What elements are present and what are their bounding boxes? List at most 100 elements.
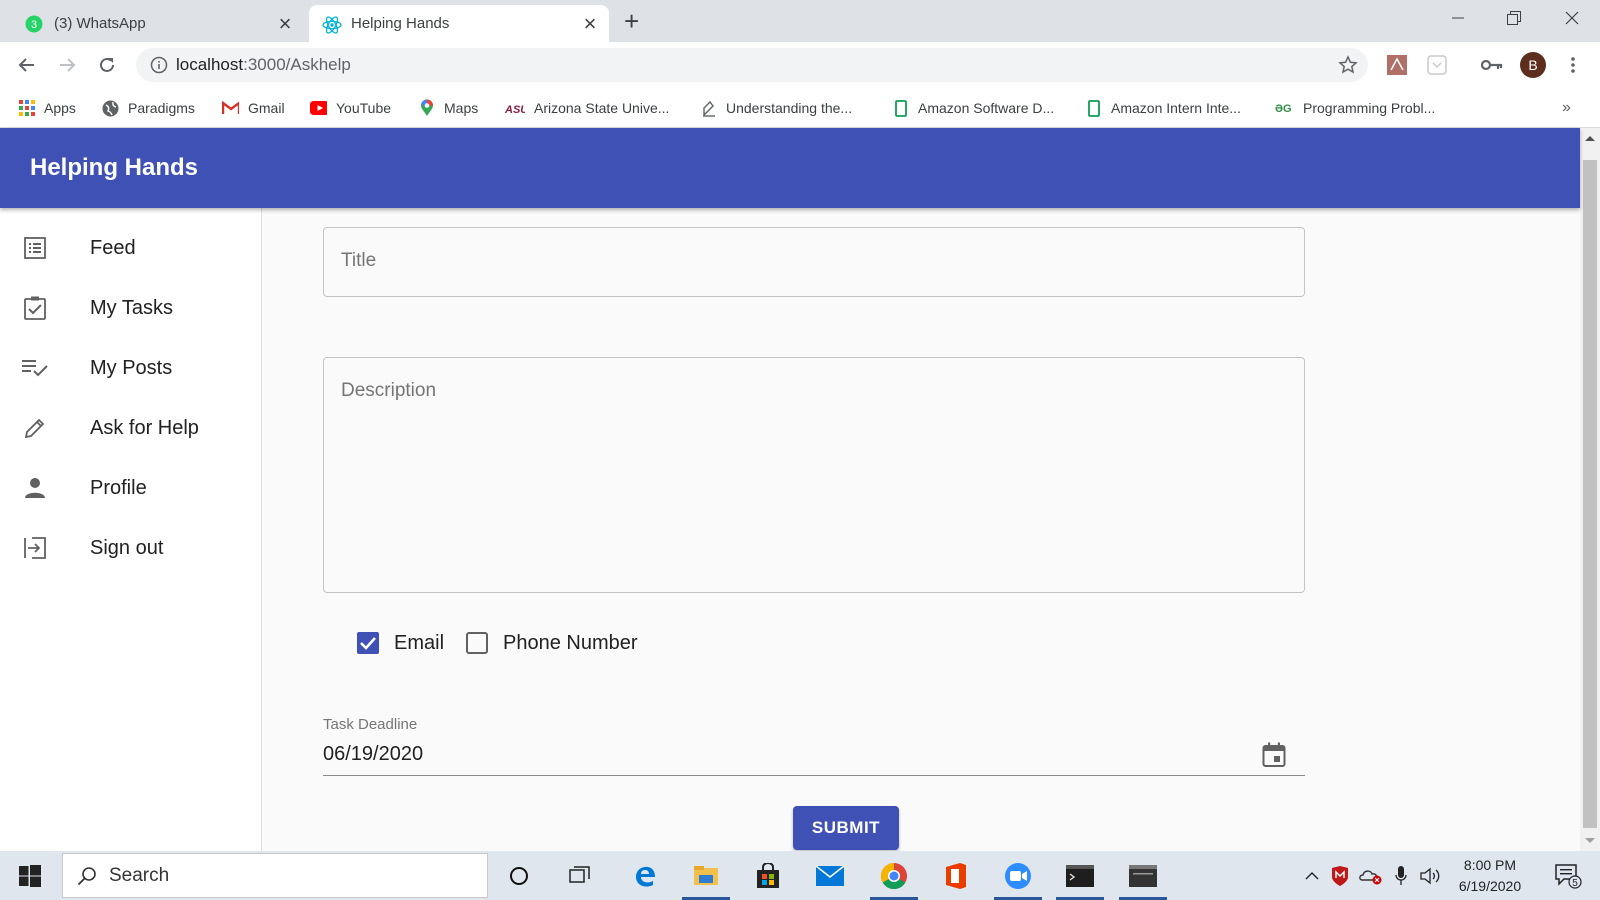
url-host: localhost <box>176 55 244 74</box>
terminal-icon[interactable] <box>1052 851 1108 900</box>
task-view-icon[interactable] <box>552 851 608 900</box>
app-bar: Helping Hands <box>0 128 1580 208</box>
bookmark-label: Amazon Software D... <box>918 100 1055 116</box>
profile-avatar[interactable]: B <box>1520 52 1546 78</box>
bookmark-gmail[interactable]: Gmail <box>222 88 285 128</box>
back-icon[interactable] <box>12 50 42 80</box>
store-icon[interactable] <box>740 851 796 900</box>
bookmark-label: YouTube <box>336 100 392 116</box>
onedrive-error-icon[interactable] <box>1357 851 1385 900</box>
deadline-input[interactable]: 06/19/2020 <box>323 743 423 766</box>
description-input[interactable]: Description <box>323 357 1305 593</box>
search-icon <box>77 866 97 886</box>
more-menu-icon[interactable] <box>1559 51 1587 79</box>
show-hidden-icons[interactable] <box>1300 851 1324 900</box>
doc-green-icon <box>892 99 909 117</box>
minimize-icon[interactable] <box>1430 0 1486 36</box>
svg-text:ƏG: ƏG <box>1275 103 1292 114</box>
nav-item-ask-for-help[interactable]: Ask for Help <box>0 398 261 458</box>
info-icon[interactable] <box>150 56 168 74</box>
bookmark-amazon-intern[interactable]: Amazon Intern Inte... <box>1085 88 1241 128</box>
tab-helping-hands[interactable]: Helping Hands × <box>309 5 609 42</box>
deadline-underline <box>323 775 1305 776</box>
star-icon[interactable] <box>1338 55 1358 75</box>
tab-whatsapp[interactable]: 3 (3) WhatsApp × <box>12 5 304 42</box>
checkbox-unchecked-icon[interactable] <box>465 631 489 655</box>
edge-icon[interactable] <box>617 851 673 900</box>
nav-label: Feed <box>90 236 136 259</box>
scrollbar-thumb[interactable] <box>1583 160 1597 828</box>
gmail-icon <box>222 100 239 117</box>
bookmark-label: Amazon Intern Inte... <box>1111 100 1241 116</box>
svg-text:ASU: ASU <box>505 104 525 114</box>
office-icon[interactable] <box>928 851 984 900</box>
bookmark-label: Understanding the... <box>726 100 853 116</box>
close-tab-icon[interactable]: × <box>577 11 603 37</box>
nav-label: My Tasks <box>90 296 173 319</box>
nav-item-my-posts[interactable]: My Posts <box>0 338 261 398</box>
mail-icon[interactable] <box>802 851 858 900</box>
forward-icon[interactable] <box>52 50 82 80</box>
bookmark-asu[interactable]: ASU Arizona State Unive... <box>505 88 669 128</box>
clock-date: 6/19/2020 <box>1458 878 1522 894</box>
bookmarks-overflow-icon[interactable]: » <box>1562 88 1571 128</box>
bookmark-programming[interactable]: ƏG Programming Probl... <box>1275 88 1435 128</box>
taskbar-clock[interactable]: 8:00 PM 6/19/2020 <box>1440 855 1540 897</box>
bookmark-label: Arizona State Unive... <box>534 100 670 116</box>
checkbox-checked-icon[interactable] <box>356 631 380 655</box>
microphone-icon[interactable] <box>1390 851 1412 900</box>
nav-item-profile[interactable]: Profile <box>0 458 261 518</box>
file-explorer-icon[interactable] <box>678 851 734 900</box>
description-placeholder: Description <box>341 380 437 401</box>
nav-item-feed[interactable]: Feed <box>0 218 261 278</box>
title-placeholder: Title <box>341 250 377 271</box>
submit-button[interactable]: SUBMIT <box>793 806 899 850</box>
bookmark-youtube[interactable]: YouTube <box>310 88 391 128</box>
bookmark-amazon-software[interactable]: Amazon Software D... <box>892 88 1054 128</box>
address-bar[interactable]: localhost:3000/Askhelp <box>136 48 1368 82</box>
new-tab-icon[interactable]: + <box>624 6 639 36</box>
react-icon <box>322 15 342 34</box>
close-window-icon[interactable] <box>1544 0 1600 36</box>
scroll-down-icon[interactable] <box>1585 837 1595 844</box>
nav-label: Sign out <box>90 536 164 559</box>
nav-label: My Posts <box>90 356 173 379</box>
key-icon[interactable] <box>1478 51 1506 79</box>
bookmark-label: Paradigms <box>128 100 195 116</box>
reload-icon[interactable] <box>92 50 122 80</box>
windows-start-icon[interactable] <box>0 851 60 900</box>
app-title: Helping Hands <box>30 154 199 181</box>
title-input[interactable]: Title <box>323 227 1305 297</box>
scroll-up-icon[interactable] <box>1585 135 1595 142</box>
email-checkbox[interactable]: Email <box>356 623 444 663</box>
calendar-icon[interactable] <box>1262 742 1288 768</box>
taskbar-search[interactable]: Search <box>62 853 488 898</box>
pocket-extension-icon[interactable] <box>1423 51 1451 79</box>
notifications-icon[interactable]: 5 <box>1548 851 1588 900</box>
restore-icon[interactable] <box>1486 0 1542 36</box>
pdf-extension-icon[interactable] <box>1383 51 1411 79</box>
zoom-icon[interactable] <box>990 851 1046 900</box>
mcafee-icon[interactable] <box>1328 851 1352 900</box>
page-scrollbar[interactable] <box>1580 128 1600 851</box>
bookmark-apps[interactable]: Apps <box>18 88 76 128</box>
browser-toolbar: localhost:3000/Askhelp B <box>0 42 1600 88</box>
bookmark-label: Programming Probl... <box>1303 100 1436 116</box>
bookmark-understanding[interactable]: Understanding the... <box>700 88 852 128</box>
whatsapp-icon: 3 <box>25 15 43 33</box>
email-checkbox-label: Email <box>394 631 445 654</box>
nav-item-my-tasks[interactable]: My Tasks <box>0 278 261 338</box>
console-icon[interactable] <box>1115 851 1171 900</box>
search-placeholder: Search <box>109 864 170 886</box>
nav-label: Ask for Help <box>90 416 199 439</box>
nav-item-sign-out[interactable]: Sign out <box>0 518 261 578</box>
bookmark-maps[interactable]: Maps <box>418 88 478 128</box>
cortana-icon[interactable] <box>491 851 547 900</box>
bookmark-paradigms[interactable]: Paradigms <box>102 88 195 128</box>
phone-checkbox-label: Phone Number <box>503 631 638 654</box>
chrome-icon[interactable] <box>866 851 922 900</box>
notification-count: 5 <box>1572 878 1578 889</box>
close-tab-icon[interactable]: × <box>272 11 298 37</box>
apps-grid-icon <box>18 100 35 117</box>
phone-checkbox[interactable]: Phone Number <box>465 623 638 663</box>
